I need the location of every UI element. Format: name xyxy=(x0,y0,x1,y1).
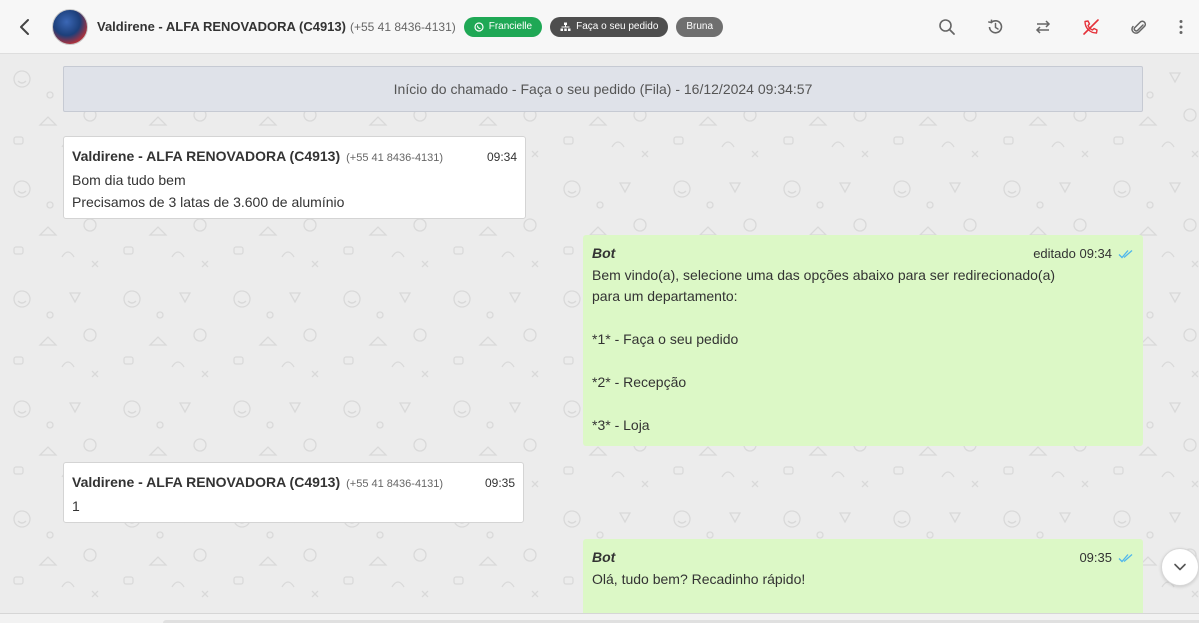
message-edited-time: editado 09:34 xyxy=(1033,246,1112,261)
message-time: 09:35 xyxy=(1079,550,1112,565)
chevron-down-icon xyxy=(1174,563,1186,571)
message-incoming[interactable]: Valdirene - ALFA RENOVADORA (C4913) (+55… xyxy=(63,462,524,523)
tag-label: Faça o seu pedido xyxy=(576,21,659,32)
message-line: 1 xyxy=(72,498,80,514)
avatar[interactable] xyxy=(52,8,88,45)
message-line: *2* - Recepção xyxy=(592,374,687,390)
message-author: Valdirene - ALFA RENOVADORA (C4913) xyxy=(72,148,341,164)
message-line: Olá, tudo bem? Recadinho rápido! xyxy=(592,570,806,587)
back-button[interactable] xyxy=(0,0,50,54)
message-author: Valdirene - ALFA RENOVADORA (C4913) xyxy=(72,474,341,490)
message-line xyxy=(592,351,1134,373)
transfer-button[interactable] xyxy=(1019,0,1067,54)
message-phone: (+55 41 8436-4131) xyxy=(346,478,444,490)
read-ticks-icon xyxy=(1118,553,1133,563)
message-line: Precisamos de 3 latas de 3.600 de alumín… xyxy=(72,194,345,210)
tag-label: Bruna xyxy=(686,21,714,32)
message-outgoing[interactable]: Bot 09:35 Olá, tudo bem? Recadinho rápid… xyxy=(583,539,1143,613)
history-button[interactable] xyxy=(971,0,1019,54)
whatsapp-icon xyxy=(474,21,484,32)
read-ticks-icon xyxy=(1118,249,1133,259)
message-line: *3* - Loja xyxy=(592,417,650,433)
composer-bar xyxy=(0,613,1199,623)
message-author: Bot xyxy=(592,245,616,261)
contact-name[interactable]: Valdirene - ALFA RENOVADORA (C4913) xyxy=(97,19,346,34)
message-incoming[interactable]: Valdirene - ALFA RENOVADORA (C4913) (+55… xyxy=(63,136,526,219)
tag-label: Francielle xyxy=(488,21,533,32)
banner-text: Início do chamado - Faça o seu pedido (F… xyxy=(393,81,813,97)
message-time: 09:35 xyxy=(484,476,515,490)
message-line: Bem vindo(a), selecione uma das opções a… xyxy=(592,266,1056,283)
end-call-icon xyxy=(1083,19,1099,35)
end-call-button[interactable] xyxy=(1067,0,1115,54)
contact-phone: (+55 41 8436-4131) xyxy=(349,19,456,34)
more-button[interactable] xyxy=(1163,0,1199,54)
tag-queue[interactable]: Faça o seu pedido xyxy=(550,16,669,37)
transfer-icon xyxy=(1035,20,1051,34)
scroll-to-bottom-button[interactable] xyxy=(1161,548,1199,586)
message-line xyxy=(592,394,1134,416)
paperclip-icon xyxy=(1131,20,1147,34)
message-line xyxy=(592,308,1134,330)
chat-area[interactable]: Início do chamado - Faça o seu pedido (F… xyxy=(0,55,1199,613)
message-author: Bot xyxy=(592,549,616,565)
more-vertical-icon xyxy=(1179,20,1183,34)
ticket-start-banner: Início do chamado - Faça o seu pedido (F… xyxy=(63,66,1143,112)
message-line: para um departamento: xyxy=(592,288,738,304)
tag-user[interactable]: Bruna xyxy=(676,16,724,37)
message-line: *1* - Faça o seu pedido xyxy=(592,331,739,347)
history-icon xyxy=(988,19,1003,34)
sitemap-icon xyxy=(560,22,571,31)
chat-header: Valdirene - ALFA RENOVADORA (C4913) (+55… xyxy=(0,0,1199,54)
message-outgoing[interactable]: Bot editado 09:34 Bem vindo(a), selecion… xyxy=(583,235,1143,446)
message-time: 09:34 xyxy=(486,150,517,164)
message-line: Bom dia tudo bem xyxy=(72,172,186,188)
chevron-left-icon xyxy=(20,18,29,35)
search-button[interactable] xyxy=(923,0,971,54)
search-icon xyxy=(939,19,955,35)
tag-agent[interactable]: Francielle xyxy=(463,16,543,37)
header-toolbar xyxy=(923,0,1199,54)
message-phone: (+55 41 8436-4131) xyxy=(346,152,444,164)
attach-button[interactable] xyxy=(1115,0,1163,54)
